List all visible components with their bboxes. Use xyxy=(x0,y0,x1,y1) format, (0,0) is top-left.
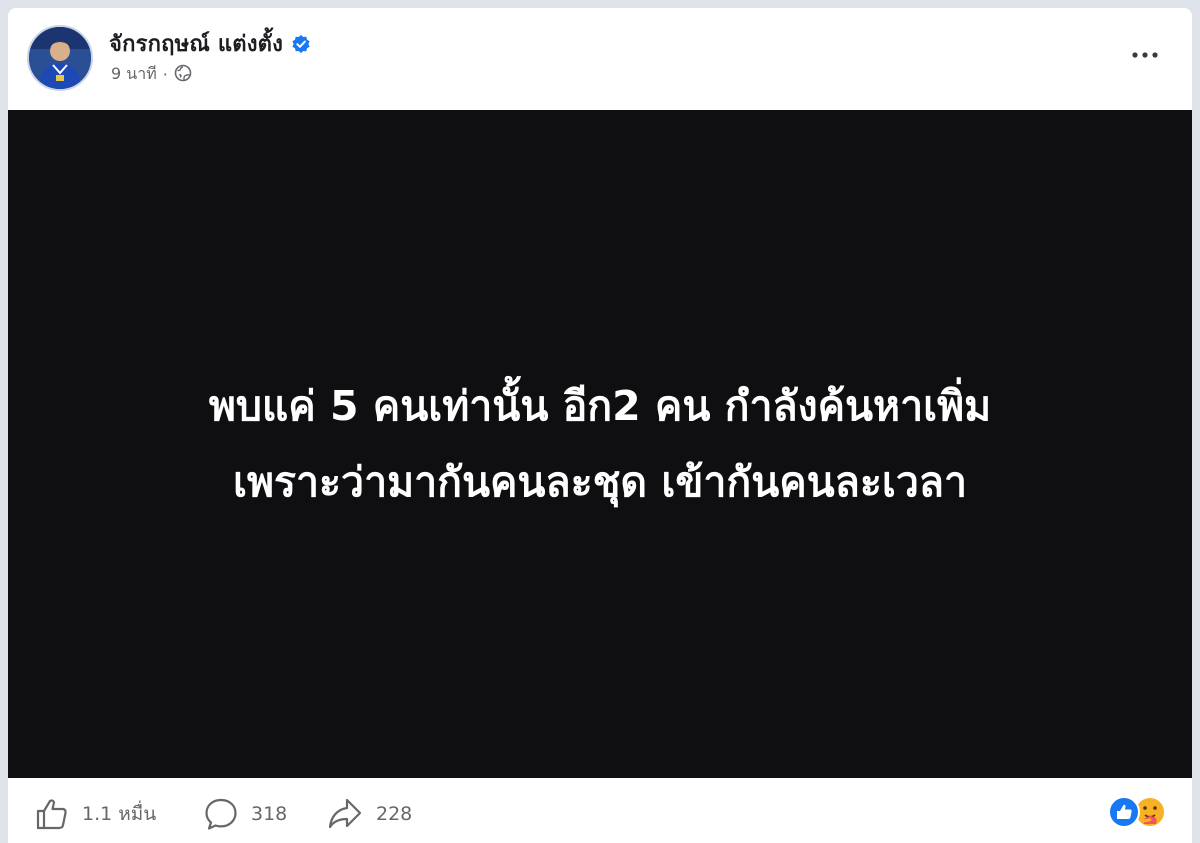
author-avatar[interactable] xyxy=(27,25,93,91)
share-icon xyxy=(326,796,364,832)
media-text-line-1: พบแค่ 5 คนเท่านั้น อีก2 คน กำลังค้นหาเพิ… xyxy=(208,382,992,430)
avatar-image xyxy=(29,27,91,89)
meta-separator: · xyxy=(162,65,168,84)
globe-icon xyxy=(174,64,192,86)
verified-badge-icon xyxy=(291,34,311,54)
more-options-icon[interactable] xyxy=(1128,44,1162,66)
post-time[interactable]: 9 นาที xyxy=(111,62,157,87)
media-text-line-2: เพราะว่ามากันคนละชุด เข้ากันคนละเวลา xyxy=(232,458,968,506)
post-media-image[interactable]: พบแค่ 5 คนเท่านั้น อีก2 คน กำลังค้นหาเพิ… xyxy=(8,110,1192,778)
post-header: จักรกฤษณ์ แต่งตั้ง 9 นาที · xyxy=(8,8,1192,110)
like-reaction-icon xyxy=(1108,796,1140,828)
share-count: 228 xyxy=(376,803,413,825)
author-row: จักรกฤษณ์ แต่งตั้ง xyxy=(109,26,311,61)
thumbs-up-icon xyxy=(34,796,70,832)
comment-count: 318 xyxy=(251,803,288,825)
like-count: 1.1 หมื่น xyxy=(82,803,157,825)
reaction-summary[interactable] xyxy=(1106,794,1170,830)
comment-button[interactable]: 318 xyxy=(203,796,287,832)
post-card: จักรกฤษณ์ แต่งตั้ง 9 นาที · พบแค่ 5 คนเท… xyxy=(8,8,1192,843)
comment-icon xyxy=(203,796,239,832)
post-meta: 9 นาที · xyxy=(111,62,192,87)
share-button[interactable]: 228 xyxy=(326,796,412,832)
post-actions-bar: 1.1 หมื่น 318 228 xyxy=(8,778,1192,843)
author-name[interactable]: จักรกฤษณ์ แต่งตั้ง xyxy=(109,26,283,61)
like-button[interactable]: 1.1 หมื่น xyxy=(34,796,156,832)
